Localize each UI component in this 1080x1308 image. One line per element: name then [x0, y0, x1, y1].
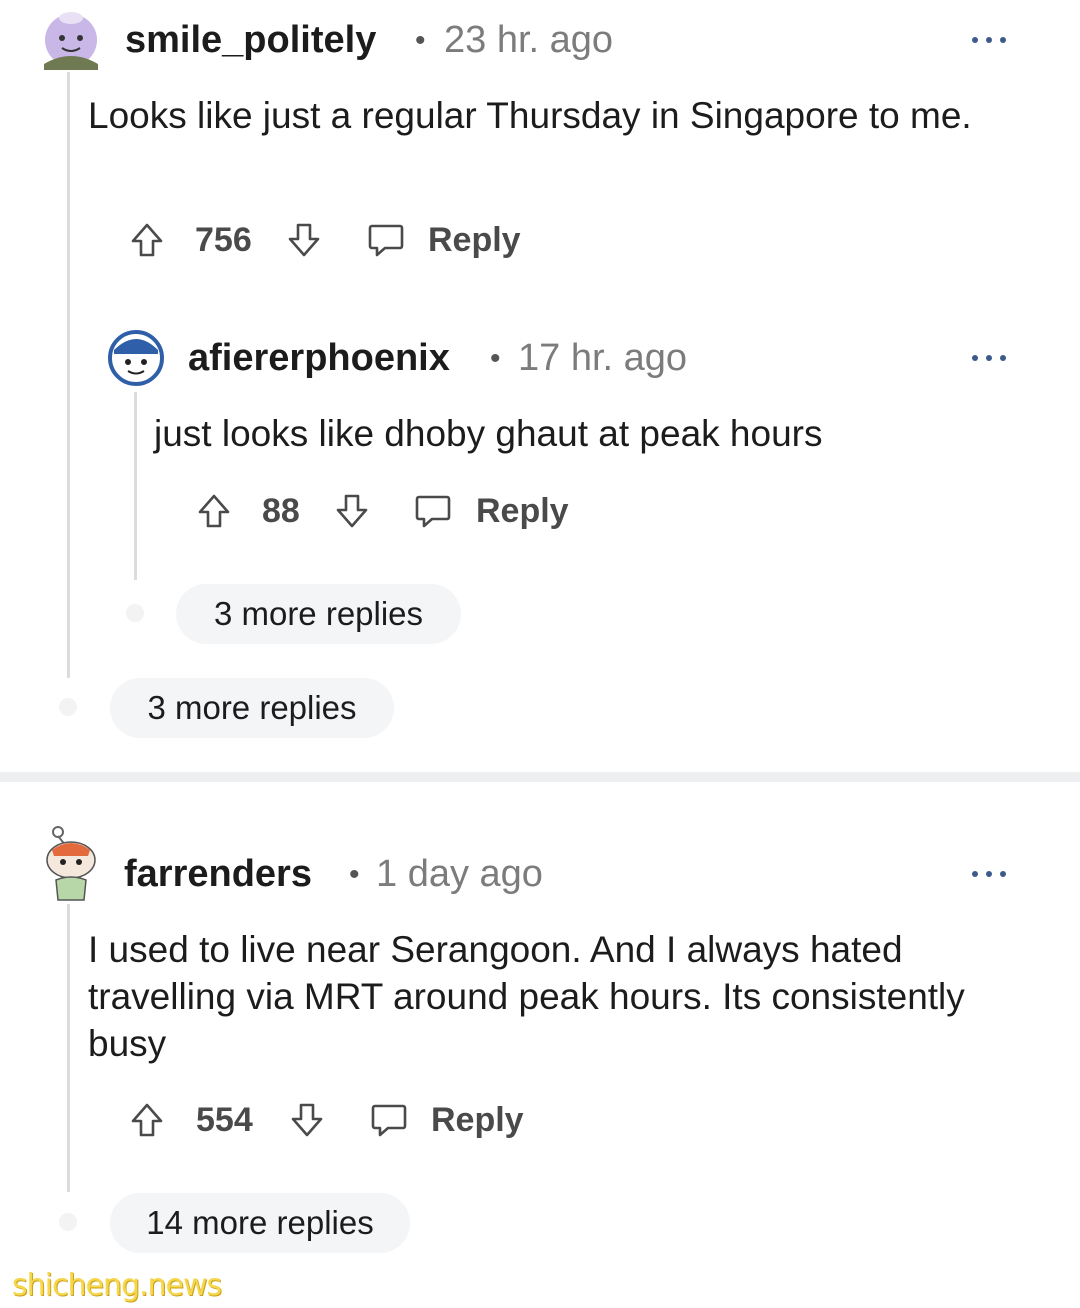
upvote-arrow-icon[interactable]: [195, 492, 233, 530]
separator-dot: •: [490, 342, 501, 375]
downvote-arrow-icon[interactable]: [285, 221, 323, 259]
thread-collapse-dot: [59, 1213, 77, 1231]
thread-line[interactable]: [134, 392, 137, 580]
vote-count: 554: [196, 1101, 253, 1139]
timestamp: 17 hr. ago: [518, 337, 688, 379]
more-options-icon[interactable]: [972, 869, 1006, 879]
more-replies-button[interactable]: 3 more replies: [176, 584, 461, 644]
username[interactable]: smile_politely: [125, 21, 376, 59]
user-avatar-icon[interactable]: [106, 328, 166, 388]
thread-collapse-dot: [59, 698, 77, 716]
reply-button[interactable]: Reply: [476, 494, 569, 528]
username[interactable]: farrenders: [124, 855, 312, 893]
comment-body: just looks like dhoby ghaut at peak hour…: [154, 413, 823, 454]
speech-bubble-icon[interactable]: [367, 220, 405, 258]
reply-button[interactable]: Reply: [428, 223, 521, 257]
reply-button[interactable]: Reply: [431, 1103, 524, 1137]
more-options-icon[interactable]: [972, 35, 1006, 45]
timestamp: 23 hr. ago: [444, 19, 614, 61]
separator-dot: •: [349, 858, 360, 891]
comment-divider: [0, 772, 1080, 782]
more-replies-button[interactable]: 3 more replies: [110, 678, 394, 738]
separator-dot: •: [415, 24, 426, 57]
thread-line[interactable]: [67, 904, 70, 1192]
vote-count: 756: [195, 221, 252, 259]
speech-bubble-icon[interactable]: [370, 1100, 408, 1138]
more-options-icon[interactable]: [972, 353, 1006, 363]
user-avatar-icon[interactable]: [38, 4, 104, 70]
more-replies-button[interactable]: 14 more replies: [110, 1193, 410, 1253]
upvote-arrow-icon[interactable]: [128, 1101, 166, 1139]
watermark-text: shicheng.news: [12, 1268, 222, 1303]
timestamp: 1 day ago: [376, 853, 543, 895]
downvote-arrow-icon[interactable]: [333, 492, 371, 530]
thread-collapse-dot: [126, 604, 144, 622]
upvote-arrow-icon[interactable]: [128, 221, 166, 259]
vote-count: 88: [262, 492, 300, 530]
speech-bubble-icon[interactable]: [414, 491, 452, 529]
user-avatar-icon[interactable]: [38, 826, 104, 902]
downvote-arrow-icon[interactable]: [288, 1101, 326, 1139]
comment-body: I used to live near Serangoon. And I alw…: [88, 929, 965, 1064]
comment-body: Looks like just a regular Thursday in Si…: [88, 95, 972, 136]
username[interactable]: afiererphoenix: [188, 339, 450, 377]
thread-line[interactable]: [67, 72, 70, 678]
